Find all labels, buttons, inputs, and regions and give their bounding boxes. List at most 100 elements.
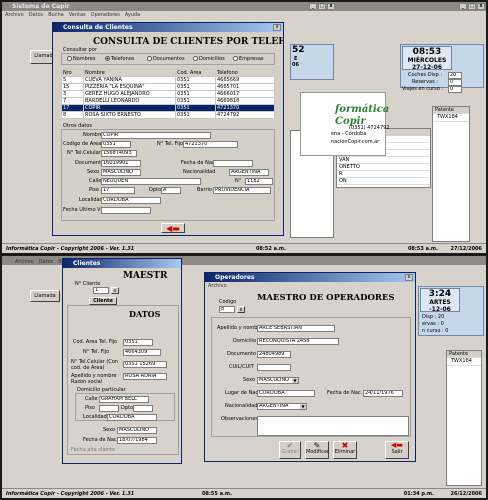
tel-fijo-field-2[interactable]: 4664309	[123, 349, 161, 356]
menu-ayuda[interactable]: Ayuda	[125, 12, 140, 18]
consulta-clientes-dialog: Consulta de Clientes x CONSULTA DE CLIEN…	[52, 22, 284, 236]
table-cell: COPIR	[83, 104, 176, 112]
ad-card: formática Copir ena - Córdoba (0351) 472…	[300, 92, 389, 156]
list-item: TWX184	[449, 358, 481, 364]
menu-operadores[interactable]: Operadores	[91, 12, 120, 18]
menu-bocha[interactable]: Bocha	[48, 12, 63, 18]
grabar-button[interactable]: ✔ Grabar	[279, 441, 301, 459]
tel-celular-field[interactable]: 156874093	[101, 150, 137, 157]
viajes-value: 0	[448, 86, 462, 93]
fecha-nac-field-2[interactable]: 18/07/1984	[117, 437, 157, 444]
dpto-field[interactable]: A	[161, 187, 181, 194]
documento-field-2[interactable]: 24804989	[257, 351, 291, 358]
tab-cliente[interactable]: Cliente	[89, 297, 117, 305]
option-domicilios[interactable]: Domicilios	[193, 56, 225, 62]
modificar-button[interactable]: ✎ Modificar	[305, 441, 329, 459]
chevron-down-icon[interactable]: ▼	[292, 378, 298, 383]
codigo-area-field[interactable]: 0351	[101, 141, 131, 148]
cuil-field[interactable]	[257, 364, 291, 371]
option-nombres[interactable]: Nombres	[67, 56, 95, 62]
list-item: ON	[337, 178, 430, 185]
table-cell: 4724792	[215, 111, 275, 119]
table-cell: ROSA SIXTO ERNESTO	[83, 111, 176, 119]
table-row[interactable]: 5 CUEVA YANINA 0351 4665669	[61, 76, 275, 84]
option-documentos[interactable]: Documentos	[147, 56, 185, 62]
nombre-field[interactable]: COPIR	[101, 132, 211, 139]
ultimo-viaje-field[interactable]	[101, 207, 151, 214]
sexo-select[interactable]: MASCULINO ▼	[257, 377, 299, 384]
close-icon[interactable]: x	[273, 24, 281, 31]
menu-datos[interactable]: Datos	[29, 12, 44, 18]
fecha-nac-field[interactable]	[213, 160, 253, 167]
table-cell: 5	[61, 76, 84, 84]
consulta-heading: CONSULTA DE CLIENTES POR TELEFONO	[93, 37, 284, 47]
option-telefonos[interactable]: Telefonos	[105, 56, 134, 62]
table-cell: 0351	[175, 104, 216, 112]
calle-field-2[interactable]: GRAHAM BELL	[99, 396, 149, 403]
table-row[interactable]: 7 BARDELLI LEONARDO 0351 4669818	[61, 97, 275, 105]
maximize-icon[interactable]: □	[318, 3, 326, 10]
calle-field[interactable]: NEUQUEN	[101, 178, 201, 185]
documento-field[interactable]: 16019901	[101, 160, 141, 167]
table-cell: 8	[61, 111, 84, 119]
codigo-field[interactable]: 8	[219, 306, 235, 313]
table-row[interactable]: 8 ROSA SIXTO ERNESTO 0351 4724792	[61, 111, 275, 119]
eliminar-button[interactable]: ✖ Eliminar	[333, 441, 357, 459]
menu-archivo[interactable]: Archivo	[5, 12, 24, 18]
minimize-icon[interactable]: _	[459, 3, 467, 10]
edit-icon: ✎	[313, 441, 321, 450]
localidad-field-2[interactable]: CORDOBA	[107, 414, 157, 421]
close-icon[interactable]: x	[405, 274, 413, 281]
tel-cel-field-2[interactable]: 0351 15269	[123, 361, 167, 368]
list-item: VAN	[337, 157, 430, 164]
observaciones-textarea[interactable]	[257, 416, 409, 436]
domicilio-field[interactable]: RECONQUISTA 2458	[257, 338, 339, 345]
sexo-field[interactable]: MASCULINO	[101, 169, 141, 176]
piso-field[interactable]: 17	[101, 187, 135, 194]
table-cell: BARDELLI LEONARDO	[83, 97, 176, 105]
menu-archivo-2[interactable]: Archivo	[208, 283, 227, 289]
table-cell: 4665701	[215, 83, 275, 91]
cod-area-field[interactable]: 0351	[123, 339, 153, 346]
apellido-field[interactable]: ARCE SEBASTIAN	[257, 325, 335, 332]
delete-icon: ✖	[341, 441, 349, 450]
dpto-field-2[interactable]	[133, 405, 153, 412]
patentes-column-2: Patente TWX184CFE548FER548ASD031CFE548AS…	[446, 350, 482, 486]
viajes-label: Viajes en curso :	[402, 86, 444, 92]
menu-ventas[interactable]: Ventas	[69, 12, 86, 18]
exit-button[interactable]: ◀▬	[161, 223, 185, 233]
close-icon[interactable]: x	[327, 3, 335, 10]
localidad-field[interactable]: CORDOBA	[101, 197, 161, 204]
nro-cliente-field[interactable]: 1	[93, 287, 109, 294]
maximize-icon[interactable]: □	[468, 3, 476, 10]
tel-fijo-field[interactable]: 4721370	[183, 141, 238, 148]
clear-button[interactable]: x	[111, 287, 119, 294]
table-cell: 3	[61, 90, 84, 98]
fecha-nac-field-3[interactable]: 24/11/1976	[363, 390, 403, 397]
lugar-nac-field[interactable]: CORDOBA	[257, 390, 315, 397]
minimize-icon[interactable]: _	[309, 3, 317, 10]
clock-day: MIÉRCOLES	[407, 57, 447, 64]
piso-field-2[interactable]	[99, 405, 119, 412]
close-icon[interactable]: x	[477, 3, 485, 10]
nacionalidad-select[interactable]: ARGENTINA ▼	[257, 403, 307, 410]
clientes-window: Clientes MAESTR N° Cliente 1 x Cliente D…	[62, 258, 182, 464]
barrio-field[interactable]: PROVIDENCIA	[213, 187, 271, 194]
nacionalidad-field[interactable]: ARGENTINA	[229, 169, 269, 176]
salir-button[interactable]: ◀▬ Salir	[385, 441, 409, 459]
option-empresas[interactable]: Empresas	[233, 56, 264, 62]
apellido-field-2[interactable]: ROSA ADRIA	[123, 373, 167, 380]
chevron-down-icon[interactable]: ▼	[300, 404, 306, 409]
numero-field[interactable]: 1182	[245, 178, 273, 185]
list-item: R	[337, 171, 430, 178]
operadores-window: Operadores x Archivo MAESTRO DE OPERADOR…	[204, 272, 416, 462]
clear-codigo-button[interactable]: x	[237, 306, 245, 313]
exit-arrow-icon: ◀▬	[391, 441, 403, 449]
table-row[interactable]: 3 GEREZ HUGO ALEJANDRO 0351 4666017	[61, 90, 275, 98]
table-cell: 0351	[175, 97, 216, 105]
reservas-value: 0	[448, 79, 462, 86]
sexo-field-2[interactable]: MASCULINO	[117, 427, 157, 434]
llamada-button-2[interactable]: Llamada	[30, 290, 60, 302]
table-row[interactable]: 17 COPIR 0351 4721370	[61, 104, 275, 112]
table-row[interactable]: 15 PIZZERIA "LA ESQUINA" 0351 4665701	[61, 83, 275, 91]
